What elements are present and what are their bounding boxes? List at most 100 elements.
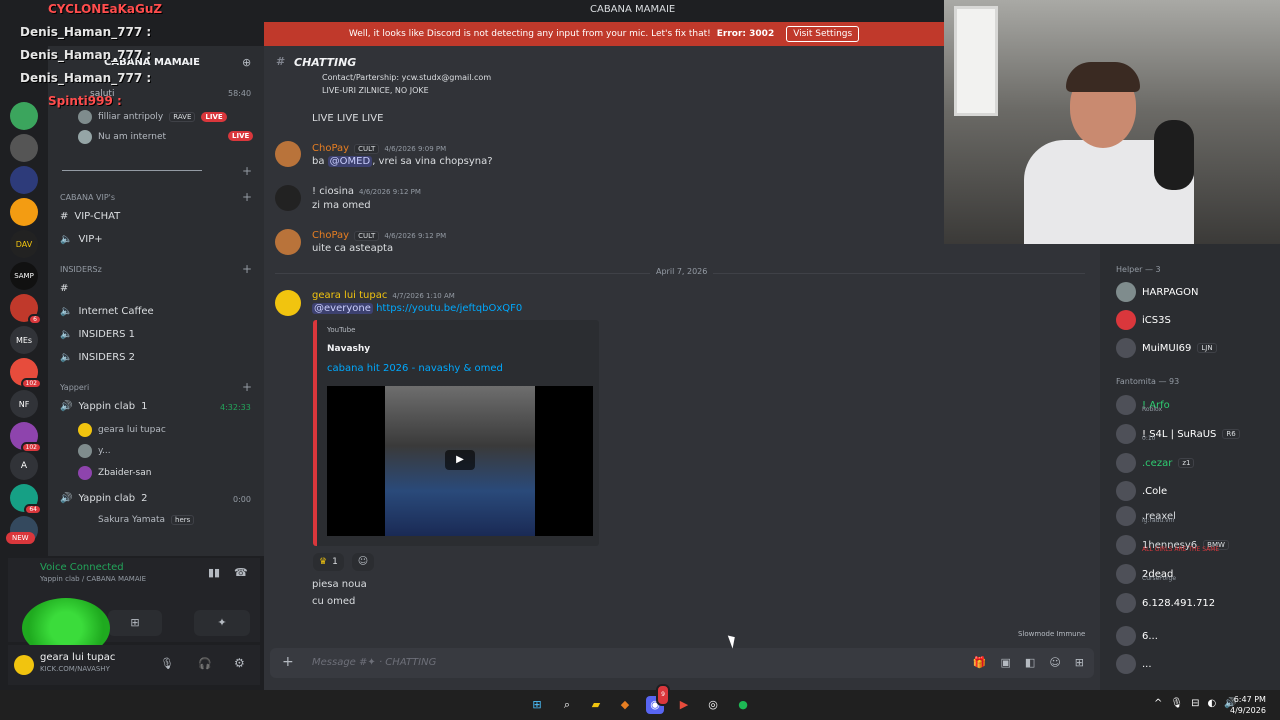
server-icon[interactable]: A [10, 452, 38, 480]
voice-user[interactable]: Nu am internet [78, 130, 166, 144]
apps-icon[interactable]: ⊞ [1075, 656, 1084, 669]
avatar [78, 130, 92, 144]
clock[interactable]: 6:47 PM 4/9/2026 [1230, 694, 1266, 716]
channel-yappin-clab-2[interactable]: 🔊 Yappin clab 2 [60, 493, 147, 504]
avatar[interactable] [275, 229, 301, 255]
embed-title[interactable]: cabana hit 2026 - navashy & omed [327, 363, 503, 374]
category-vip[interactable]: CABANA VIP's [60, 193, 115, 202]
youtube-link[interactable]: https://youtu.be/jeftqbOxQF0 [376, 303, 522, 314]
add-channel-icon[interactable]: + [242, 262, 252, 276]
server-icon[interactable]: DAV [10, 230, 38, 258]
member[interactable]: .Cole [1116, 481, 1167, 501]
voice-user[interactable]: geara lui tupac [78, 423, 166, 437]
add-channel-icon[interactable]: + [242, 380, 252, 394]
channel-internet-caffee[interactable]: 🔈 Internet Caffee [60, 306, 154, 317]
server-icon[interactable]: MEs [10, 326, 38, 354]
member[interactable]: iCS3S [1116, 310, 1171, 330]
message-header: ! ciosina 4/6/2026 9:12 PM [312, 186, 421, 197]
sticker-icon[interactable]: ◧ [1025, 656, 1035, 669]
voice-user[interactable]: filliar antripoly RAVE LIVE [78, 110, 227, 124]
server-icon[interactable]: 6 [10, 294, 42, 325]
server-icon[interactable]: 102 [10, 358, 42, 389]
server-icon[interactable]: NF [10, 390, 38, 418]
play-icon[interactable]: ▶ [445, 450, 475, 470]
avatar[interactable] [275, 141, 301, 167]
member[interactable]: 1hennesy6 BMW ALL GIRLS ARE THE SAME [1116, 535, 1229, 555]
app-icon[interactable]: ◎ [704, 696, 722, 714]
disconnect-icon[interactable]: ☎ [234, 566, 248, 579]
member[interactable]: 6.128.491.712 [1116, 593, 1215, 613]
video-thumbnail[interactable]: ▶ [327, 386, 593, 536]
channel-insiders-2[interactable]: 🔈 INSIDERS 2 [60, 352, 135, 363]
emoji-icon[interactable]: ☺ [1049, 656, 1060, 669]
search-icon[interactable]: ⌕ [558, 696, 576, 714]
member[interactable]: .cezar z1 [1116, 453, 1195, 473]
member[interactable]: 6... [1116, 626, 1158, 646]
message-header: ChoPay CULT 4/6/2026 9:09 PM [312, 143, 446, 154]
message-input[interactable]: Message #✦ · CHATTING [312, 657, 436, 668]
add-reaction-button[interactable]: ☺ [352, 553, 374, 571]
add-channel-icon[interactable]: + [242, 190, 252, 204]
server-icon[interactable] [10, 166, 38, 194]
headphones-icon[interactable]: 🎧 [198, 657, 212, 670]
channel-unnamed[interactable]: # [60, 283, 68, 294]
message-composer[interactable]: + Message #✦ · CHATTING 🎁 ▣ ◧ ☺ ⊞ [270, 648, 1094, 678]
youtube-icon[interactable]: ▶ [675, 696, 693, 714]
author-name[interactable]: ChoPay [312, 143, 349, 154]
discord-icon[interactable]: ◉ 9 [646, 684, 670, 714]
reaction[interactable]: ♛ 1 [313, 553, 344, 571]
activity-button[interactable]: ⊞ [108, 610, 162, 636]
avatar[interactable] [275, 185, 301, 211]
author-name[interactable]: geara lui tupac [312, 290, 387, 301]
embed-author[interactable]: Navashy [327, 344, 370, 354]
author-name[interactable]: ! ciosina [312, 186, 354, 197]
folder-icon[interactable]: ▰ [587, 696, 605, 714]
avatar[interactable] [14, 655, 34, 675]
visit-settings-button[interactable]: Visit Settings [786, 26, 860, 42]
add-friend-icon[interactable]: ⊕ [242, 56, 251, 69]
chevron-down-icon[interactable]: ⌄ [185, 56, 193, 67]
member[interactable]: ! S4L | SuRaUS R6 0:10 [1116, 424, 1240, 444]
mention[interactable]: @OMED [327, 156, 373, 167]
category-insiders[interactable]: INSIDERSz [60, 265, 102, 274]
server-icon[interactable] [10, 102, 38, 130]
server-icon[interactable]: 64 [10, 484, 42, 515]
channel-vip-chat[interactable]: # VIP-CHAT [60, 211, 120, 222]
attach-icon[interactable]: + [282, 654, 294, 670]
voice-user[interactable]: y... [78, 444, 111, 458]
member[interactable]: 2dead CurseForge [1116, 564, 1176, 584]
brave-icon[interactable]: ◆ [616, 696, 634, 714]
username[interactable]: geara lui tupac [40, 652, 115, 663]
avatar [1116, 338, 1136, 358]
member[interactable]: ! Arfo Roblox [1116, 395, 1170, 415]
channel-vip-plus[interactable]: 🔈 VIP+ [60, 234, 103, 245]
add-icon[interactable]: + [242, 164, 252, 178]
start-icon[interactable]: ⊞ [528, 696, 546, 714]
category-yapperi[interactable]: Yapperi [60, 383, 89, 392]
soundboard-button[interactable]: ✦ [194, 610, 250, 636]
voice-user[interactable]: Sakura Yamata hers [98, 515, 195, 525]
signal-icon[interactable]: ▮▮ [208, 566, 220, 579]
channel-insiders-1[interactable]: 🔈 INSIDERS 1 [60, 329, 135, 340]
message-text: cu omed [312, 596, 356, 607]
member[interactable]: MuiMUI69 LJN [1116, 338, 1217, 358]
channel-yappin-clab[interactable]: 🔊 Yappin clab 1 [60, 401, 147, 412]
member[interactable]: ... [1116, 654, 1152, 674]
mention[interactable]: @everyone [312, 303, 373, 314]
voice-user[interactable]: Zbaider-san [78, 466, 151, 480]
author-name[interactable]: ChoPay [312, 230, 349, 241]
new-badge[interactable]: NEW [6, 532, 35, 544]
server-icon[interactable]: SAMP [10, 262, 38, 290]
gear-icon[interactable]: ⚙ [234, 656, 245, 670]
server-icon[interactable]: 102 [10, 422, 42, 453]
member[interactable]: .reaxel ig:radu.vnr [1116, 506, 1176, 526]
gif-icon[interactable]: ▣ [1001, 656, 1011, 669]
server-icon[interactable] [10, 134, 38, 162]
spotify-icon[interactable]: ● [734, 696, 752, 714]
voice-channel[interactable]: Yappin clab / CABANA MAMAIE [40, 575, 146, 583]
microphone-icon[interactable]: 🎙 [160, 657, 174, 670]
member[interactable]: HARPAGON [1116, 282, 1198, 302]
server-icon[interactable] [10, 198, 38, 226]
avatar[interactable] [275, 290, 301, 316]
gift-icon[interactable]: 🎁 [973, 656, 987, 669]
